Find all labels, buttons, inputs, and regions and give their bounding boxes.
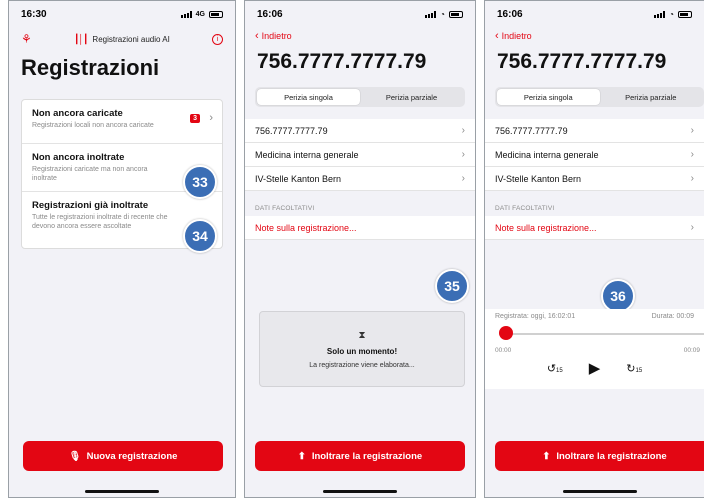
phone-screen-processing: 16:06 ◔ ‹ Indietro 756.7777.7777.79 Peri… (244, 0, 476, 498)
battery-icon (449, 10, 463, 18)
brand-label: Registrazioni audio AI (92, 34, 170, 44)
playback-track[interactable] (503, 333, 704, 335)
audio-player: Registrata: oggi, 16:02:01 Durata: 00:09… (485, 309, 704, 389)
menu-item-subtitle: Registrazioni locali non ancora caricate (32, 122, 154, 129)
chevron-right-icon: › (690, 149, 694, 160)
segment-partial[interactable]: Perizia parziale (600, 89, 703, 105)
button-label: Inoltrare la registrazione (311, 450, 423, 462)
segmented-control: Perizia singola Perizia parziale (255, 87, 465, 107)
recorded-at: Registrata: oggi, 16:02:01 (495, 313, 576, 320)
info-icon[interactable]: i (212, 33, 223, 45)
list-row-office[interactable]: IV-Stelle Kanton Bern › (485, 167, 704, 191)
section-label: DATI FACOLTATIVI (255, 205, 315, 212)
processing-card: ⧗ Solo un momento! La registrazione vien… (259, 311, 465, 387)
battery-icon (209, 10, 223, 18)
segmented-control: Perizia singola Perizia parziale (495, 87, 704, 107)
wifi-icon: ◔ (669, 9, 674, 19)
section-label: DATI FACOLTATIVI (495, 205, 555, 212)
callout-marker: 35 (435, 269, 469, 303)
list-row-office[interactable]: IV-Stelle Kanton Bern › (245, 167, 475, 191)
segment-single[interactable]: Perizia singola (497, 89, 600, 105)
home-indicator (85, 490, 159, 493)
time-elapsed: 00:00 (495, 347, 512, 354)
notes-row[interactable]: Note sulla registrazione... (245, 216, 475, 240)
notes-row[interactable]: Note sulla registrazione... › (485, 216, 704, 240)
count-badge: 3 (190, 114, 200, 123)
microphone-icon: 🎙︎ (68, 450, 81, 462)
signal-icon (425, 10, 437, 18)
chevron-right-icon: › (690, 125, 694, 136)
callout-marker: 34 (183, 219, 217, 253)
hourglass-icon: ⧗ (358, 329, 366, 341)
status-time: 16:06 (497, 8, 523, 20)
callout-marker: 33 (183, 165, 217, 199)
list-row-id[interactable]: 756.7777.7777.79 › (485, 119, 704, 143)
menu-item-not-uploaded[interactable]: Non ancora caricate Registrazioni locali… (22, 100, 222, 144)
back-label: Indietro (261, 31, 292, 41)
detail-list: 756.7777.7777.79 › Medicina interna gener… (245, 119, 475, 191)
list-row-specialty[interactable]: Medicina interna generale › (245, 143, 475, 167)
chevron-right-icon: › (461, 173, 465, 184)
home-indicator (323, 490, 397, 493)
chevron-right-icon: › (461, 149, 465, 160)
waveform-icon: ┃│┃ (73, 33, 89, 44)
menu-item-title: Non ancora inoltrate (32, 152, 125, 163)
chevron-left-icon: ‹ (495, 30, 499, 42)
status-bar: 16:06 ◔ (485, 1, 704, 27)
wifi-icon: ◔ (440, 9, 445, 19)
signal-icon (654, 10, 666, 18)
page-title: Registrazioni (21, 55, 160, 80)
chevron-right-icon: › (209, 112, 213, 124)
back-label: Indietro (501, 31, 532, 41)
home-indicator (563, 490, 637, 493)
page-title: 756.7777.7777.79 (257, 50, 427, 73)
playback-scrubber[interactable] (499, 326, 513, 340)
callout-marker: 36 (601, 279, 635, 313)
list-row-specialty[interactable]: Medicina interna generale › (485, 143, 704, 167)
bear-logo-icon: ⚘ (21, 32, 32, 46)
time-total: 00:09 (683, 347, 700, 354)
segment-single[interactable]: Perizia singola (257, 89, 360, 105)
menu-item-title: Non ancora caricate (32, 108, 123, 119)
chevron-right-icon: › (461, 125, 465, 136)
upload-tray-icon: ⬆︎ (297, 450, 306, 462)
new-recording-button[interactable]: 🎙︎ Nuova registrazione (23, 441, 223, 471)
play-icon[interactable]: ▶ (589, 359, 601, 377)
chevron-right-icon: › (690, 222, 694, 233)
button-label: Nuova registrazione (86, 450, 178, 462)
page-title: 756.7777.7777.79 (497, 50, 667, 73)
chevron-right-icon: › (690, 173, 694, 184)
back-button[interactable]: ‹ Indietro (485, 27, 704, 45)
phone-screen-playback: 16:06 ◔ ‹ Indietro 756.7777.7777.79 Peri… (484, 0, 704, 498)
status-bar: 16:06 ◔ (245, 1, 475, 27)
status-time: 16:30 (21, 8, 47, 20)
status-bar: 16:30 4G (9, 1, 235, 27)
processing-title: Solo un momento! (326, 346, 398, 356)
segment-partial[interactable]: Perizia parziale (360, 89, 463, 105)
skip-forward-15-icon[interactable]: ↻15 (626, 362, 642, 375)
list-row-id[interactable]: 756.7777.7777.79 › (245, 119, 475, 143)
phone-screen-recordings: 16:30 4G ⚘ ┃│┃ Registrazioni audio AI i … (8, 0, 236, 498)
upload-tray-icon: ⬆︎ (542, 450, 551, 462)
app-brand: ┃│┃ Registrazioni audio AI (74, 34, 170, 45)
signal-icon (180, 10, 192, 18)
skip-back-15-icon[interactable]: ↺15 (547, 362, 563, 375)
status-time: 16:06 (257, 8, 283, 20)
app-header: ⚘ ┃│┃ Registrazioni audio AI i (9, 27, 235, 51)
player-controls: ↺15 ▶ ↻15 (485, 359, 704, 377)
duration-label: Durata: 00:09 (651, 313, 694, 320)
back-button[interactable]: ‹ Indietro (245, 27, 475, 45)
processing-subtitle: La registrazione viene elaborata... (309, 361, 415, 369)
menu-item-title: Registrazioni già inoltrate (32, 200, 149, 212)
forward-recording-button[interactable]: ⬆︎ Inoltrare la registrazione (255, 441, 465, 471)
chevron-left-icon: ‹ (255, 30, 259, 42)
forward-recording-button[interactable]: ⬆︎ Inoltrare la registrazione (495, 441, 704, 471)
network-label: 4G (195, 10, 205, 18)
detail-list: 756.7777.7777.79 › Medicina interna gener… (485, 119, 704, 191)
battery-icon (678, 10, 692, 18)
button-label: Inoltrare la registrazione (556, 450, 667, 462)
